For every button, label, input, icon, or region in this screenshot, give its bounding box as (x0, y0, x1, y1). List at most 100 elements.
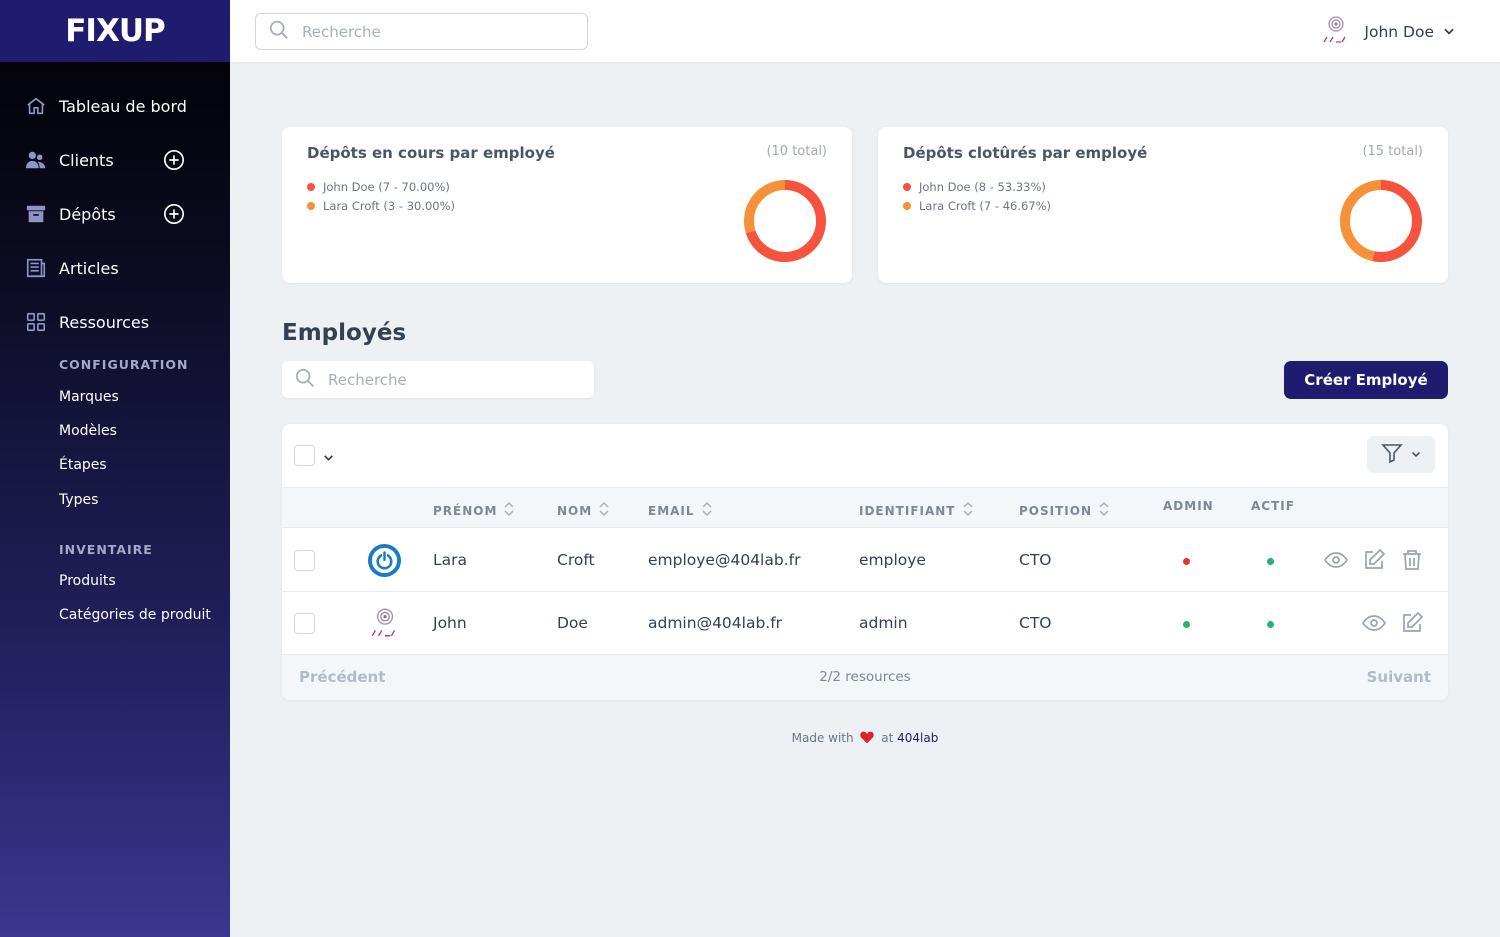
metric-title: Dépôts en cours par employé (307, 144, 555, 162)
edit-icon[interactable] (1399, 610, 1425, 636)
power-avatar-icon (367, 543, 402, 582)
page-footer: Made with at 404lab (230, 731, 1500, 747)
legend-label: Lara Croft (7 - 46.67%) (919, 198, 1052, 213)
legend-dot (307, 201, 315, 210)
sidebar-item-dashboard[interactable]: Tableau de bord (0, 86, 230, 126)
footer-made-with: Made with (791, 731, 854, 745)
row-checkbox[interactable] (294, 613, 315, 634)
cell-position: CTO (1019, 551, 1052, 569)
legend-item: John Doe (8 - 53.33%) (903, 177, 1051, 196)
next-page-button[interactable]: Suivant (1367, 668, 1431, 686)
heart-icon (860, 731, 875, 747)
column-label: PRÉNOM (433, 503, 498, 518)
sidebar-item-depots[interactable]: Dépôts (0, 194, 230, 234)
sidebar-item-articles[interactable]: Articles (0, 248, 230, 288)
delete-icon[interactable] (1399, 547, 1425, 573)
column-header-email[interactable]: EMAIL (648, 501, 712, 520)
page-title: Employés (282, 320, 407, 346)
cell-prenom: John (433, 614, 467, 632)
donut-chart (1340, 180, 1422, 262)
sidebar-item-label: Articles (59, 258, 119, 278)
view-icon[interactable] (1323, 547, 1349, 573)
column-label: NOM (557, 503, 593, 518)
table-header: PRÉNOM NOM EMAIL IDENTIFIANT POSITION AD… (282, 487, 1448, 528)
column-label: EMAIL (648, 503, 695, 518)
sidebar-item-label: Clients (59, 150, 114, 170)
home-icon (25, 95, 47, 117)
cell-email: admin@404lab.fr (648, 614, 783, 632)
sidebar: FIXUP Tableau de bord Clients Dépôts Art… (0, 0, 230, 937)
column-header-prenom[interactable]: PRÉNOM (433, 501, 514, 520)
cell-position: CTO (1019, 614, 1052, 632)
footer-404lab-link[interactable]: 404lab (897, 731, 938, 745)
brand-name: FIXUP (65, 13, 166, 49)
sidebar-item-label: Dépôts (59, 204, 116, 224)
filter-icon (1380, 441, 1404, 469)
brand-logo[interactable]: FIXUP (0, 0, 230, 62)
add-depot-icon[interactable] (163, 203, 185, 225)
sort-icon (504, 501, 514, 520)
legend-label: John Doe (7 - 70.00%) (323, 179, 450, 194)
sidebar-item-etapes[interactable]: Étapes (59, 457, 107, 473)
employee-search[interactable] (282, 361, 594, 398)
sidebar-item-categories[interactable]: Catégories de produit (59, 607, 211, 623)
metric-title: Dépôts clotûrés par employé (903, 144, 1148, 162)
newspaper-icon (25, 257, 47, 279)
cell-email: employe@404lab.fr (648, 551, 801, 569)
legend-label: John Doe (8 - 53.33%) (919, 179, 1046, 194)
metric-card-en-cours: Dépôts en cours par employé (10 total) J… (282, 127, 852, 283)
global-search[interactable] (255, 13, 588, 50)
actif-status-dot (1267, 621, 1274, 628)
user-name: John Doe (1364, 23, 1434, 41)
view-icon[interactable] (1361, 610, 1387, 636)
sidebar-item-clients[interactable]: Clients (0, 140, 230, 180)
legend-item: John Doe (7 - 70.00%) (307, 177, 455, 196)
admin-status-dot (1183, 621, 1190, 628)
column-header-actif: ACTIF (1251, 499, 1295, 513)
column-header-nom[interactable]: NOM (557, 501, 609, 520)
grid-icon (25, 311, 47, 333)
column-header-position[interactable]: POSITION (1019, 501, 1109, 520)
legend-item: Lara Croft (7 - 46.67%) (903, 196, 1051, 215)
row-checkbox[interactable] (294, 550, 315, 571)
filter-button[interactable] (1367, 436, 1435, 473)
legend-dot (903, 182, 911, 191)
cell-prenom: Lara (433, 551, 468, 569)
table-pagination: Précédent 2/2 resources Suivant (282, 655, 1448, 700)
add-client-icon[interactable] (163, 149, 185, 171)
sidebar-item-ressources[interactable]: Ressources (0, 302, 230, 342)
sidebar-item-modeles[interactable]: Modèles (59, 423, 117, 439)
edit-icon[interactable] (1361, 547, 1387, 573)
404lab-avatar-icon (1320, 14, 1352, 50)
metric-legend: John Doe (8 - 53.33%) Lara Croft (7 - 46… (903, 177, 1051, 215)
sidebar-item-label: Ressources (59, 312, 150, 332)
global-search-input[interactable] (302, 22, 562, 41)
create-employee-button[interactable]: Créer Employé (1284, 361, 1448, 399)
inventaire-heading: INVENTAIRE (59, 542, 153, 557)
select-all-checkbox[interactable] (294, 445, 315, 466)
cell-nom: Croft (557, 551, 595, 569)
column-label: POSITION (1019, 503, 1092, 518)
column-header-admin: ADMIN (1163, 499, 1214, 513)
cell-nom: Doe (557, 614, 588, 632)
sidebar-item-produits[interactable]: Produits (59, 573, 116, 589)
metric-total: (10 total) (766, 144, 827, 159)
admin-status-dot (1183, 558, 1190, 565)
legend-dot (903, 201, 911, 210)
user-menu[interactable]: John Doe (1320, 14, 1456, 50)
employee-search-input[interactable] (328, 370, 588, 389)
cell-identifiant: admin (859, 614, 908, 632)
footer-at: at (881, 731, 894, 745)
legend-item: Lara Croft (3 - 30.00%) (307, 196, 455, 215)
table-row: John Doe admin@404lab.fr admin CTO (282, 592, 1448, 655)
sidebar-item-label: Tableau de bord (59, 96, 187, 116)
metric-legend: John Doe (7 - 70.00%) Lara Croft (3 - 30… (307, 177, 455, 215)
sidebar-item-types[interactable]: Types (59, 492, 98, 508)
chevron-down-icon[interactable] (322, 449, 335, 468)
sidebar-item-marques[interactable]: Marques (59, 389, 119, 405)
archive-icon (25, 203, 47, 225)
table-row: Lara Croft employe@404lab.fr employe CTO (282, 529, 1448, 592)
sort-icon (962, 501, 973, 520)
employees-table: PRÉNOM NOM EMAIL IDENTIFIANT POSITION AD… (282, 424, 1448, 700)
column-header-identifiant[interactable]: IDENTIFIANT (859, 501, 973, 520)
